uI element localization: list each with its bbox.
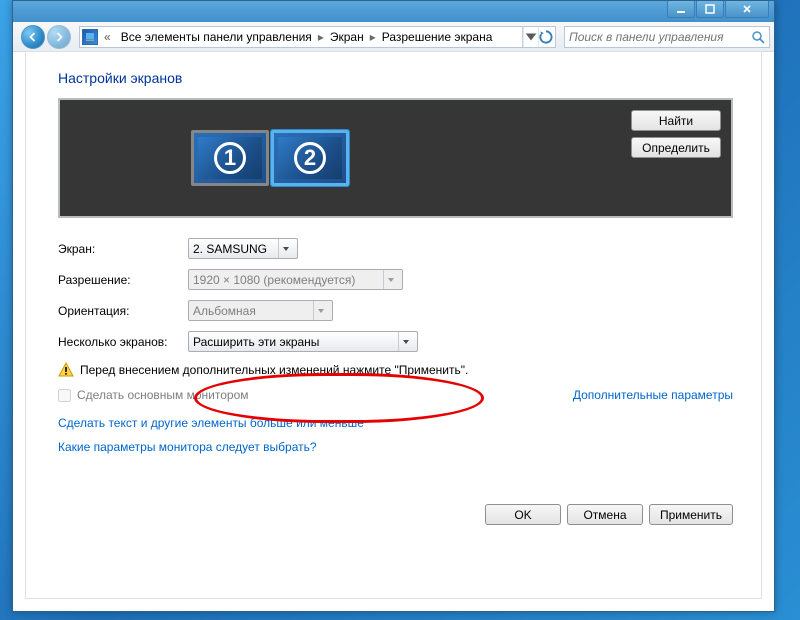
window-titlebar: [13, 1, 774, 22]
monitor-preview-panel: 1 2 Найти Определить: [58, 98, 733, 218]
label-display: Экран:: [58, 242, 188, 256]
warning-icon: [58, 362, 74, 378]
monitor-thumb-1[interactable]: 1: [191, 130, 269, 186]
nav-forward-button[interactable]: [47, 25, 71, 49]
breadcrumb-all-items[interactable]: Все элементы панели управления: [117, 30, 316, 44]
resolution-select-value: 1920 × 1080 (рекомендуется): [193, 273, 355, 287]
orientation-select-value: Альбомная: [193, 304, 256, 318]
label-multiple-displays: Несколько экранов:: [58, 335, 188, 349]
chevron-down-icon: [398, 332, 413, 351]
label-orientation: Ориентация:: [58, 304, 188, 318]
page-title: Настройки экранов: [58, 70, 733, 86]
control-panel-icon: [82, 29, 98, 45]
address-dropdown-button[interactable]: [523, 27, 538, 47]
monitor-number: 1: [224, 145, 236, 171]
resolution-select[interactable]: 1920 × 1080 (рекомендуется): [188, 269, 403, 290]
breadcrumb-screen[interactable]: Экран: [326, 30, 368, 44]
find-button[interactable]: Найти: [631, 110, 721, 131]
address-bar[interactable]: « Все элементы панели управления ▸ Экран…: [79, 26, 556, 48]
close-button[interactable]: [725, 1, 769, 18]
monitor-help-link[interactable]: Какие параметры монитора следует выбрать…: [58, 440, 317, 454]
identify-button[interactable]: Определить: [631, 137, 721, 158]
minimize-button[interactable]: [667, 1, 695, 18]
chevron-down-icon: [383, 270, 398, 289]
chevron-down-icon: [278, 239, 293, 258]
display-select[interactable]: 2. SAMSUNG: [188, 238, 298, 259]
window-controls: [667, 1, 769, 18]
cancel-button[interactable]: Отмена: [567, 504, 643, 525]
multiple-displays-value: Расширить эти экраны: [193, 335, 319, 349]
search-icon: [751, 30, 765, 44]
multiple-displays-select[interactable]: Расширить эти экраны: [188, 331, 418, 352]
nav-toolbar: « Все элементы панели управления ▸ Экран…: [13, 22, 774, 52]
text-size-link[interactable]: Сделать текст и другие элементы больше и…: [58, 416, 364, 430]
monitor-number: 2: [304, 145, 316, 171]
chevron-right-icon: ▸: [370, 30, 376, 44]
advanced-settings-link[interactable]: Дополнительные параметры: [573, 388, 733, 402]
content-area: Настройки экранов 1 2 Найти Определить: [25, 51, 762, 599]
primary-monitor-checkbox: [58, 389, 71, 402]
monitor-thumb-2[interactable]: 2: [271, 130, 349, 186]
search-input[interactable]: [569, 30, 751, 44]
address-bar-end: [522, 27, 553, 47]
ok-button[interactable]: OK: [485, 504, 561, 525]
orientation-select[interactable]: Альбомная: [188, 300, 333, 321]
chevron-right-icon: ▸: [318, 30, 324, 44]
maximize-button[interactable]: [696, 1, 724, 18]
nav-back-button[interactable]: [21, 25, 45, 49]
address-refresh-button[interactable]: [538, 27, 553, 47]
nav-buttons: [21, 25, 71, 49]
label-resolution: Разрешение:: [58, 273, 188, 287]
apply-button[interactable]: Применить: [649, 504, 733, 525]
breadcrumb-resolution[interactable]: Разрешение экрана: [378, 30, 497, 44]
search-box[interactable]: [564, 26, 770, 48]
primary-monitor-checkbox-row: Сделать основным монитором: [58, 388, 249, 402]
warning-text: Перед внесением дополнительных изменений…: [80, 363, 468, 377]
primary-monitor-label: Сделать основным монитором: [77, 388, 249, 402]
control-panel-window: « Все элементы панели управления ▸ Экран…: [12, 0, 775, 612]
display-select-value: 2. SAMSUNG: [193, 242, 267, 256]
breadcrumb-chevrons: «: [100, 30, 115, 44]
chevron-down-icon: [313, 301, 328, 320]
